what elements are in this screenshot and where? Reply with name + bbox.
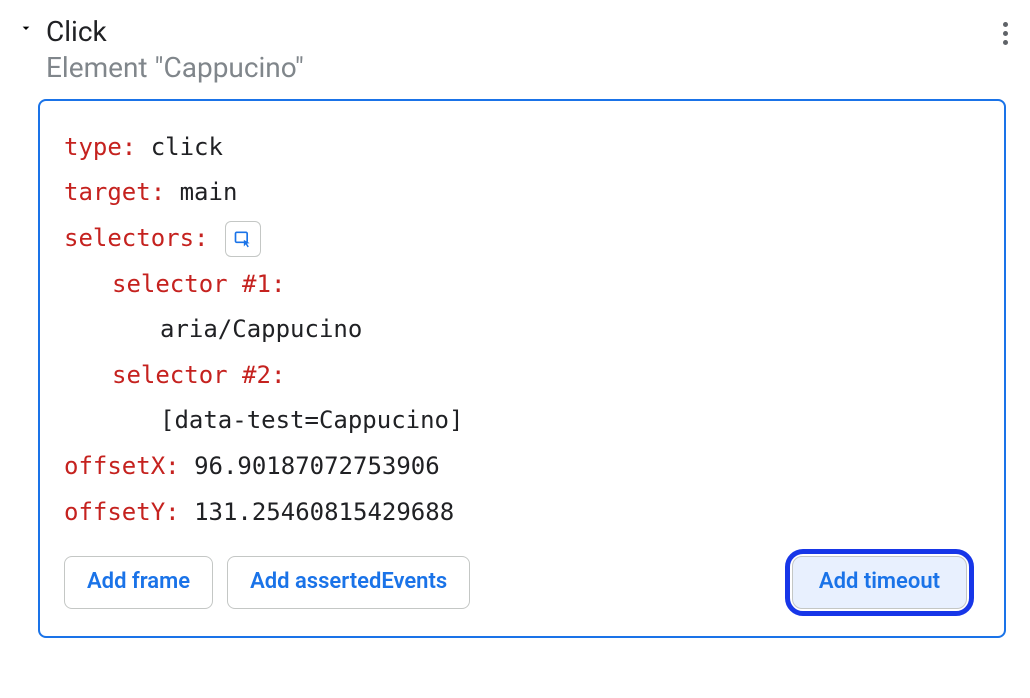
prop-key: offsetY — [64, 498, 165, 526]
element-picker-icon — [233, 229, 253, 249]
prop-value: 96.90187072753906 — [194, 452, 440, 480]
prop-key: selector #1 — [112, 270, 271, 298]
step-editor: Click Element "Cappucino" type: click ta… — [10, 10, 1020, 638]
prop-value: main — [180, 178, 238, 206]
header-left: Click Element "Cappucino" — [18, 14, 304, 87]
chevron-down-icon — [18, 20, 34, 36]
prop-key: target — [64, 178, 151, 206]
details-panel: type: click target: main selectors: sele… — [38, 99, 1006, 638]
select-element-button[interactable] — [225, 221, 261, 257]
prop-value: 131.25460815429688 — [194, 498, 454, 526]
prop-key: selectors — [64, 224, 194, 252]
prop-selector-2-value[interactable]: [data-test=Cappucino] — [64, 398, 980, 444]
prop-selector-1[interactable]: selector #1: — [64, 262, 980, 308]
more-icon — [1003, 22, 1008, 27]
prop-value: aria/Cappucino — [160, 315, 362, 343]
prop-selector-1-value[interactable]: aria/Cappucino — [64, 307, 980, 353]
add-frame-button[interactable]: Add frame — [64, 556, 213, 608]
button-row: Add frame Add assertedEvents Add timeout — [64, 549, 980, 615]
collapse-toggle[interactable] — [18, 20, 34, 36]
add-asserted-events-button[interactable]: Add assertedEvents — [227, 556, 470, 608]
prop-selectors[interactable]: selectors: — [64, 216, 980, 262]
prop-offsetx[interactable]: offsetX: 96.90187072753906 — [64, 444, 980, 490]
prop-offsety[interactable]: offsetY: 131.25460815429688 — [64, 490, 980, 536]
highlight-annotation: Add timeout — [785, 549, 974, 615]
prop-target[interactable]: target: main — [64, 170, 980, 216]
step-subtitle: Element "Cappucino" — [46, 50, 304, 86]
more-menu-button[interactable] — [999, 14, 1012, 53]
title-block: Click Element "Cappucino" — [46, 14, 304, 87]
prop-value: [data-test=Cappucino] — [160, 406, 463, 434]
prop-key: type — [64, 133, 122, 161]
prop-key: selector #2 — [112, 361, 271, 389]
prop-selector-2[interactable]: selector #2: — [64, 353, 980, 399]
prop-value: click — [151, 133, 223, 161]
prop-key: offsetX — [64, 452, 165, 480]
step-header: Click Element "Cappucino" — [10, 10, 1020, 99]
prop-type[interactable]: type: click — [64, 125, 980, 171]
add-timeout-button[interactable]: Add timeout — [792, 556, 967, 608]
step-title: Click — [46, 14, 304, 50]
